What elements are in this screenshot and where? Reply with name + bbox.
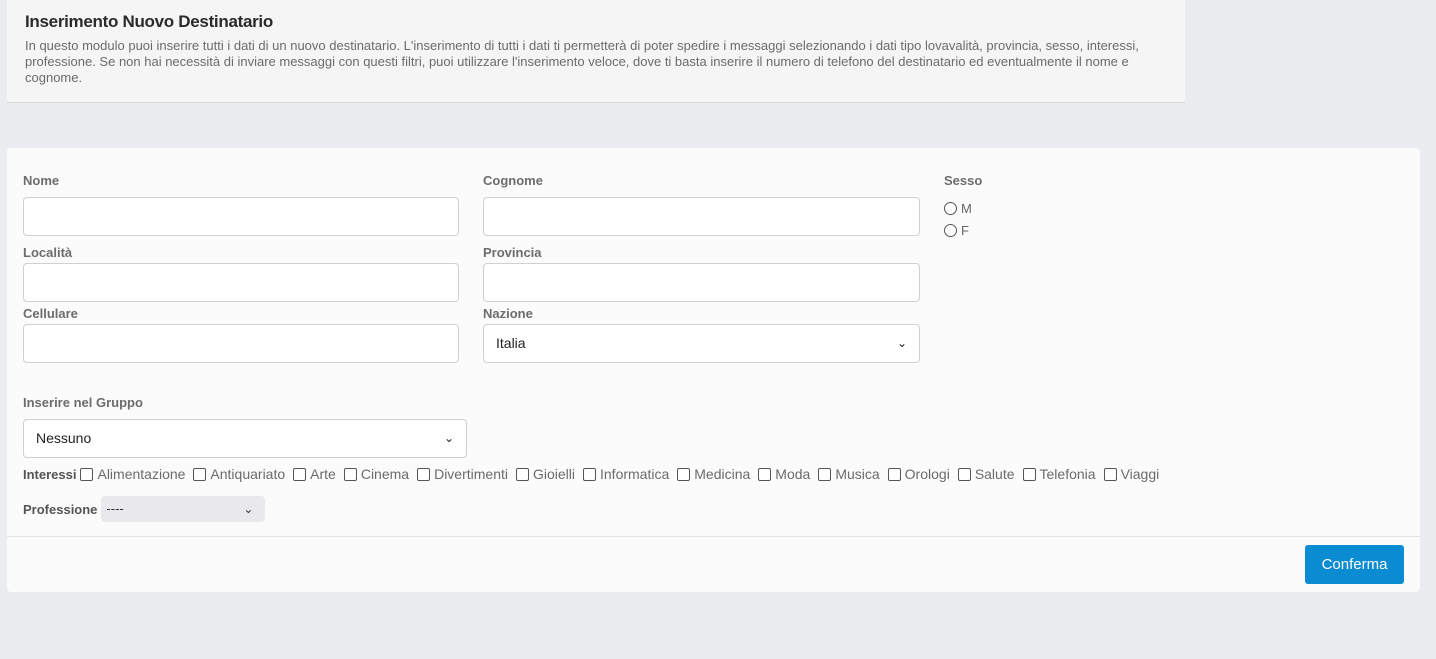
checkbox-icon[interactable] <box>1103 467 1117 481</box>
interesse-arte[interactable]: Arte <box>293 466 336 482</box>
interesse-label: Medicina <box>694 466 751 482</box>
provincia-input[interactable] <box>483 263 920 302</box>
sesso-radio-m[interactable]: M <box>944 201 972 216</box>
checkbox-icon[interactable] <box>818 467 832 481</box>
checkbox-icon[interactable] <box>80 467 94 481</box>
cellulare-input[interactable] <box>23 324 459 363</box>
chevron-down-icon: ⌄ <box>896 336 907 350</box>
interesse-label: Musica <box>835 466 880 482</box>
interesse-telefonia[interactable]: Telefonia <box>1022 466 1096 482</box>
nome-label: Nome <box>23 173 60 188</box>
radio-label-m: M <box>961 201 972 216</box>
interesse-label: Arte <box>310 466 336 482</box>
sesso-radio-f[interactable]: F <box>944 223 969 238</box>
interesse-informatica[interactable]: Informatica <box>583 466 669 482</box>
interesse-cinema[interactable]: Cinema <box>343 466 410 482</box>
checkbox-icon[interactable] <box>515 467 529 481</box>
checkbox-icon[interactable] <box>887 467 901 481</box>
interesse-label: Informatica <box>600 466 670 482</box>
provincia-label: Provincia <box>483 245 542 260</box>
professione-group: Professione ---- ⌄ <box>23 496 266 522</box>
interesse-viaggi[interactable]: Viaggi <box>1103 466 1160 482</box>
interesse-label: Telefonia <box>1039 466 1096 482</box>
localita-input[interactable] <box>23 263 459 302</box>
checkbox-icon[interactable] <box>957 467 971 481</box>
interesse-alimentazione[interactable]: Alimentazione <box>80 466 185 482</box>
interessi-label: Interessi <box>23 466 77 482</box>
professione-label: Professione <box>23 501 98 517</box>
interesse-divertimenti[interactable]: Divertimenti <box>417 466 508 482</box>
interesse-label: Antiquariato <box>210 466 286 482</box>
interesse-label: Moda <box>775 466 811 482</box>
interessi-group: Interessi Alimentazione Antiquariato Art… <box>23 466 1167 482</box>
interesse-moda[interactable]: Moda <box>758 466 810 482</box>
checkbox-icon[interactable] <box>1022 467 1036 481</box>
gruppo-value: Nessuno <box>36 430 92 446</box>
localita-label: Località <box>23 245 73 260</box>
page-description: In questo modulo puoi inserire tutti i d… <box>25 38 1139 85</box>
chevron-down-icon: ⌄ <box>443 431 454 445</box>
interesse-orologi[interactable]: Orologi <box>887 466 950 482</box>
nome-input[interactable] <box>23 197 459 236</box>
interesse-medicina[interactable]: Medicina <box>677 466 750 482</box>
checkbox-icon[interactable] <box>193 467 207 481</box>
form-body: Nome Cognome Sesso M F Località Provinci… <box>7 148 1420 536</box>
checkbox-icon[interactable] <box>293 467 307 481</box>
recipient-form: Nome Cognome Sesso M F Località Provinci… <box>7 148 1420 592</box>
radio-circle-icon[interactable] <box>944 224 957 237</box>
checkbox-icon[interactable] <box>343 467 357 481</box>
nazione-value: Italia <box>496 335 526 351</box>
cognome-input[interactable] <box>483 197 920 236</box>
checkbox-icon[interactable] <box>417 467 431 481</box>
radio-circle-icon[interactable] <box>944 202 957 215</box>
sesso-label: Sesso <box>944 173 983 188</box>
interesse-gioielli[interactable]: Gioielli <box>515 466 575 482</box>
confirm-button[interactable]: Conferma <box>1305 545 1404 584</box>
page-title: Inserimento Nuovo Destinatario <box>25 12 273 31</box>
interesse-label: Gioielli <box>532 466 575 482</box>
interesse-antiquariato[interactable]: Antiquariato <box>193 466 285 482</box>
nazione-label: Nazione <box>483 306 533 321</box>
interesse-label: Orologi <box>904 466 950 482</box>
professione-select[interactable]: ---- ⌄ <box>101 496 266 522</box>
cellulare-label: Cellulare <box>23 306 78 321</box>
interesse-label: Alimentazione <box>97 466 186 482</box>
interesse-label: Divertimenti <box>434 466 508 482</box>
interesse-label: Salute <box>974 466 1015 482</box>
interesse-musica[interactable]: Musica <box>818 466 880 482</box>
gruppo-select[interactable]: Nessuno ⌄ <box>23 419 467 458</box>
cognome-label: Cognome <box>483 173 543 188</box>
radio-label-f: F <box>961 223 969 238</box>
interesse-salute[interactable]: Salute <box>957 466 1015 482</box>
gruppo-label: Inserire nel Gruppo <box>23 395 143 410</box>
form-footer: Conferma <box>7 536 1420 592</box>
interesse-label: Cinema <box>360 466 410 482</box>
nazione-select[interactable]: Italia ⌄ <box>483 324 920 363</box>
chevron-down-icon: ⌄ <box>243 502 254 516</box>
checkbox-icon[interactable] <box>583 467 596 481</box>
interesse-label: Viaggi <box>1120 466 1160 482</box>
checkbox-icon[interactable] <box>758 467 772 481</box>
header-panel: Inserimento Nuovo Destinatario In questo… <box>7 0 1185 103</box>
professione-value: ---- <box>106 501 124 516</box>
checkbox-icon[interactable] <box>677 467 691 481</box>
